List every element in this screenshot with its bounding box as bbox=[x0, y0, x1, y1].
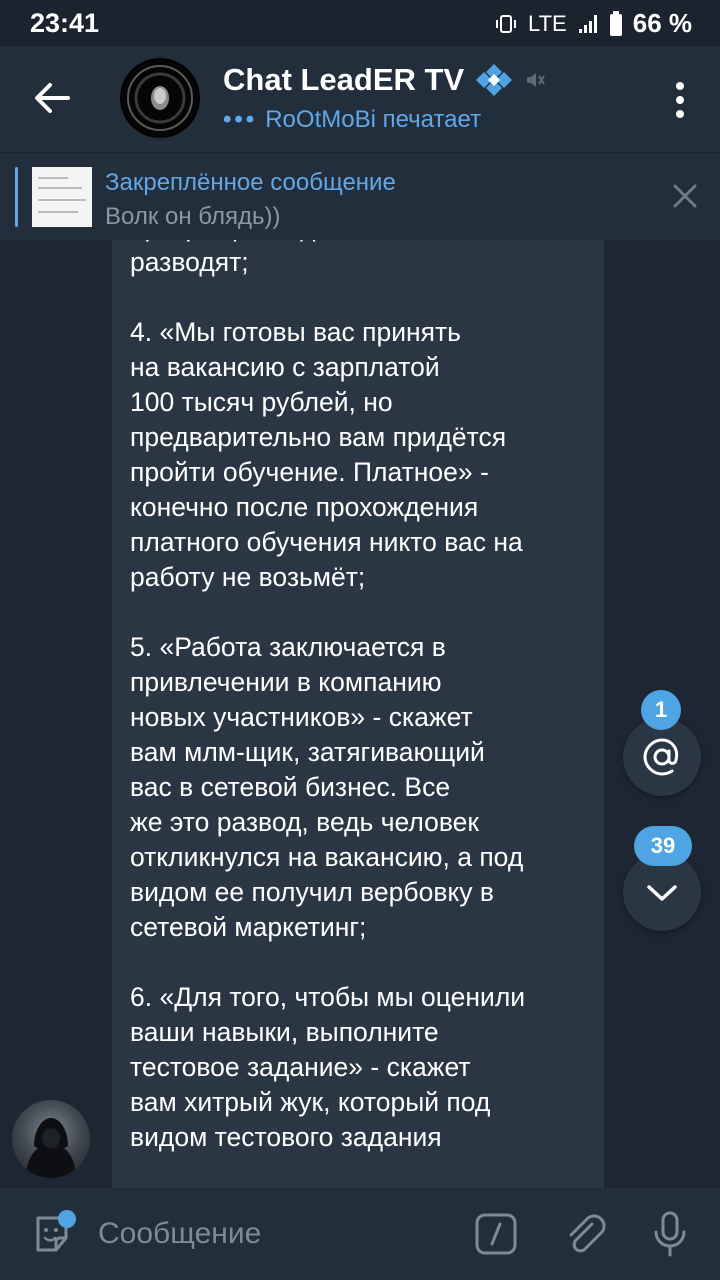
status-bar: 23:41 LTE 66 % bbox=[0, 0, 720, 46]
pinned-thumbnail bbox=[32, 167, 92, 227]
mention-count-badge: 1 bbox=[641, 690, 681, 730]
typing-status-text: RoOtMoBi печатает bbox=[265, 106, 482, 133]
typing-status: ••• RoOtMoBi печатает bbox=[223, 106, 481, 134]
battery-icon bbox=[609, 10, 622, 36]
new-stickers-dot bbox=[58, 1210, 76, 1228]
chat-title: Chat LeadER TV bbox=[223, 62, 465, 97]
battery-level: 66 % bbox=[632, 8, 692, 38]
signal-icon bbox=[578, 14, 597, 33]
pinned-message-bar[interactable]: Закреплённое сообщение Волк он блядь)) bbox=[0, 152, 720, 241]
more-menu-icon[interactable] bbox=[670, 80, 690, 120]
close-icon[interactable] bbox=[672, 183, 698, 209]
sender-avatar[interactable] bbox=[12, 1100, 90, 1178]
message-input[interactable] bbox=[98, 1214, 458, 1254]
bot-command-icon[interactable] bbox=[474, 1212, 518, 1256]
muted-icon bbox=[527, 73, 546, 87]
avatar-image bbox=[122, 60, 198, 136]
vibrate-icon bbox=[496, 14, 517, 33]
pinned-indicator bbox=[15, 167, 18, 227]
typing-dots: ••• bbox=[223, 106, 258, 133]
pinned-text: Волк он блядь)) bbox=[105, 203, 281, 230]
network-type: LTE bbox=[528, 10, 567, 36]
chat-title-row[interactable]: Chat LeadER TV bbox=[223, 62, 546, 98]
back-arrow-icon[interactable] bbox=[30, 76, 74, 120]
attach-icon[interactable] bbox=[562, 1210, 606, 1258]
pinned-label: Закреплённое сообщение bbox=[105, 169, 396, 196]
chat-header: Chat LeadER TV ••• RoOtMoBi печатает bbox=[0, 46, 720, 152]
status-time: 23:41 bbox=[30, 8, 100, 38]
chat-avatar[interactable] bbox=[120, 58, 200, 138]
message-text: слышите про гаранта - сразу прекращайте … bbox=[130, 240, 526, 1152]
hooded-figure-icon bbox=[26, 1118, 76, 1178]
microphone-icon[interactable] bbox=[650, 1210, 690, 1258]
message-list[interactable]: слышите про гаранта - сразу прекращайте … bbox=[0, 240, 720, 1188]
status-icons: LTE 66 % bbox=[494, 8, 692, 39]
verified-icon bbox=[476, 64, 513, 96]
message-input-bar bbox=[0, 1188, 720, 1280]
unread-count-badge: 39 bbox=[634, 826, 692, 866]
